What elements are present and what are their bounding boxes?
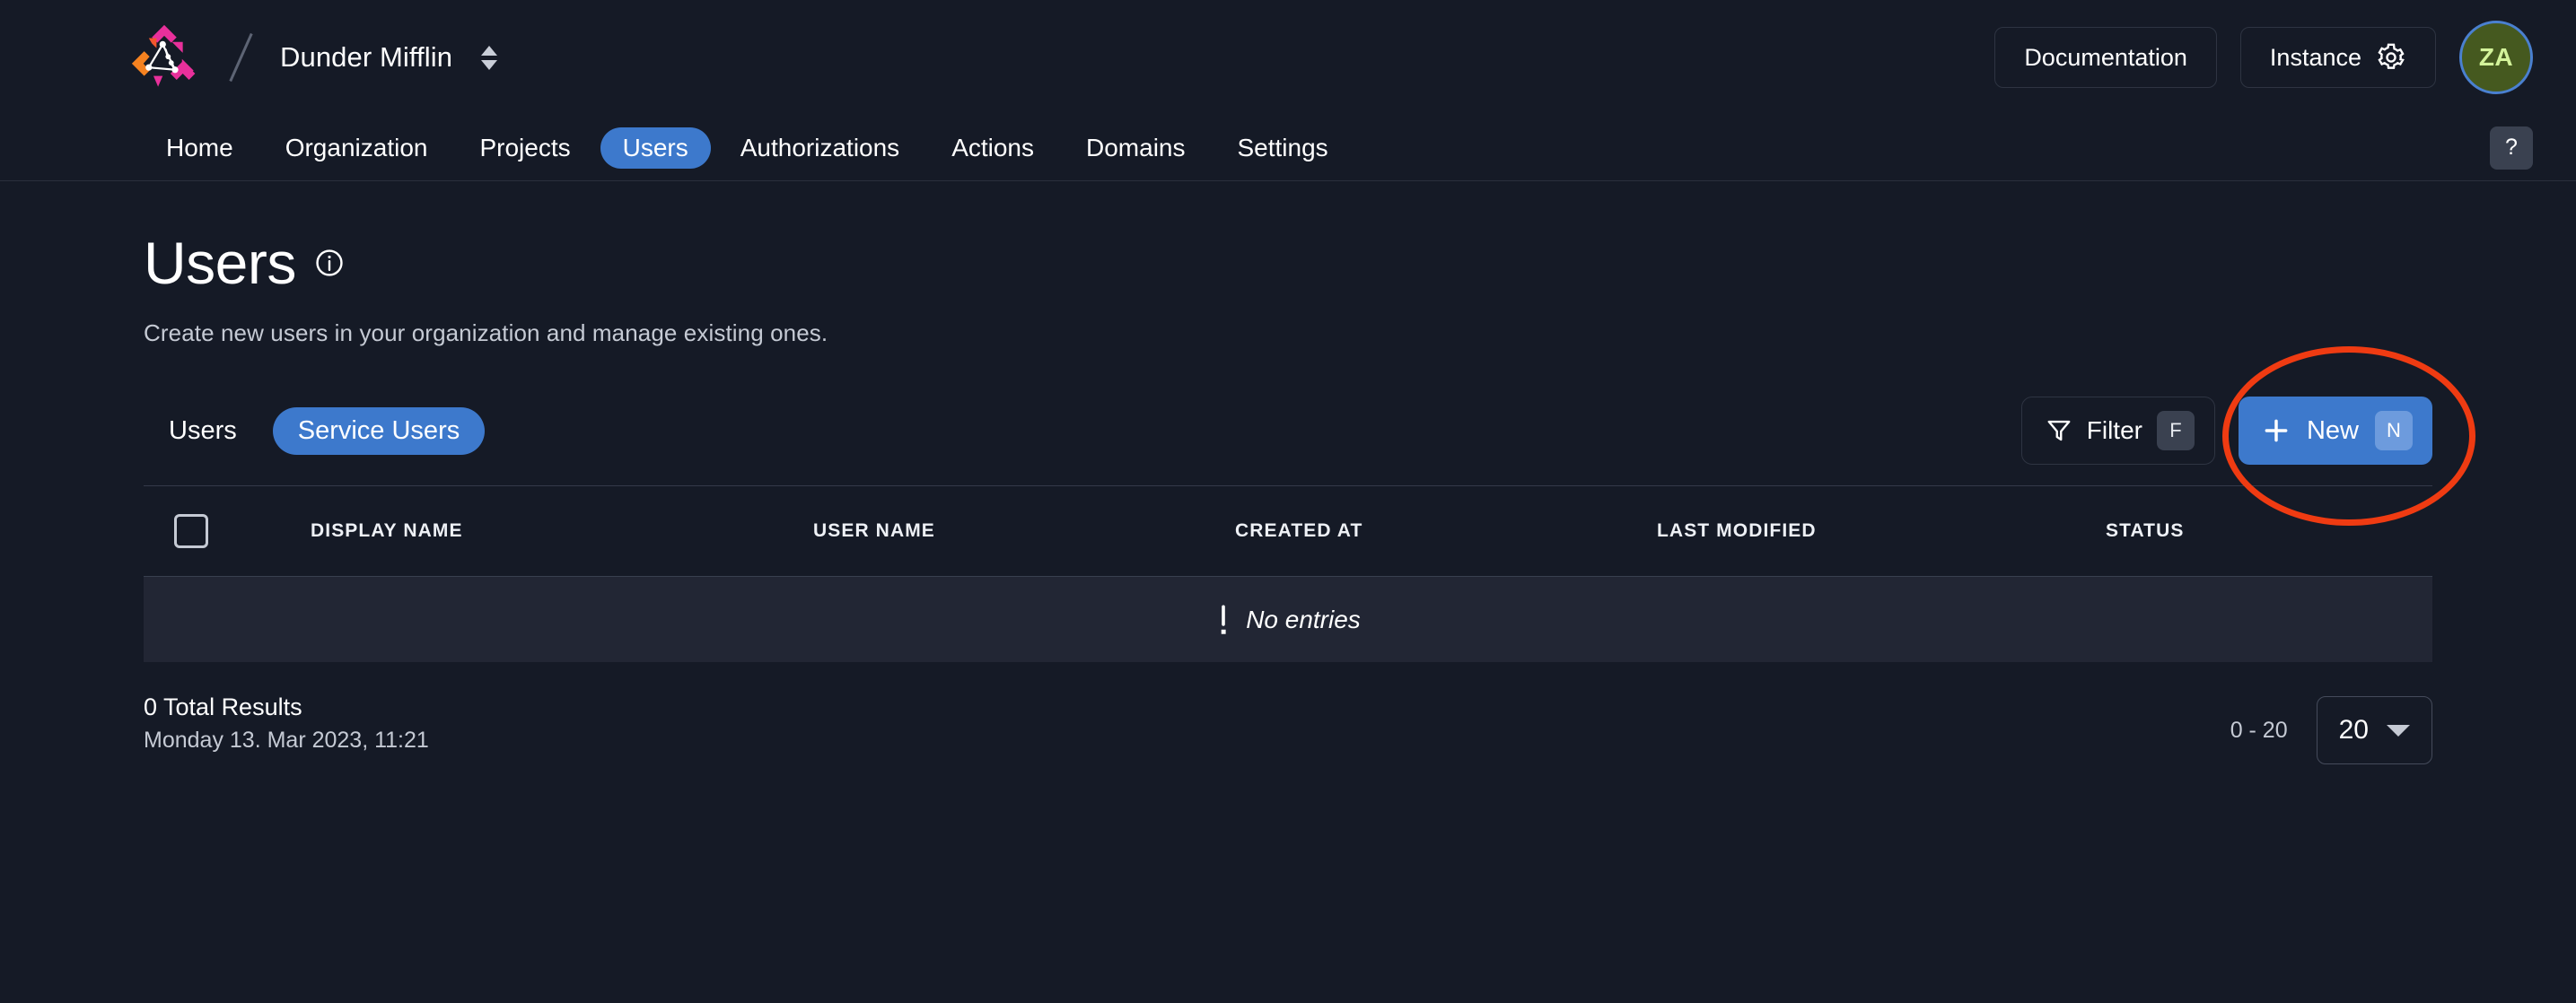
page-title-row: Users — [144, 233, 2432, 292]
toolbar-actions: Filter F New N — [2021, 397, 2432, 465]
plus-icon — [2262, 416, 2291, 445]
select-all-cell — [174, 514, 311, 548]
page-subtitle: Create new users in your organization an… — [144, 319, 2432, 347]
table-header-row: DISPLAY NAME USER NAME CREATED AT LAST M… — [144, 486, 2432, 576]
nav-item-home[interactable]: Home — [144, 127, 256, 169]
user-type-tabs: Users Service Users — [144, 407, 485, 455]
pagination-range: 0 - 20 — [2230, 718, 2288, 744]
pagination-controls: 0 - 20 20 — [2230, 693, 2432, 764]
table-toolbar: Users Service Users Filter F Ne — [144, 396, 2432, 466]
tab-users[interactable]: Users — [144, 407, 262, 455]
page-content: Users Create new users in your organizat… — [0, 181, 2576, 773]
table-empty-state-row: No entries — [144, 576, 2432, 662]
exclamation-icon — [1215, 604, 1231, 636]
select-all-checkbox[interactable] — [174, 514, 208, 548]
gear-icon — [2376, 42, 2406, 73]
nav-item-organization[interactable]: Organization — [263, 127, 451, 169]
nav-item-authorizations[interactable]: Authorizations — [718, 127, 922, 169]
chevron-down-icon — [481, 60, 497, 70]
nav-items: Home Organization Projects Users Authori… — [144, 127, 1351, 169]
header-actions: Documentation Instance ZA — [1994, 21, 2533, 94]
users-table: DISPLAY NAME USER NAME CREATED AT LAST M… — [144, 485, 2432, 773]
filter-label: Filter — [2087, 416, 2142, 445]
chevron-up-icon — [481, 46, 497, 56]
nav-item-settings[interactable]: Settings — [1215, 127, 1351, 169]
new-label: New — [2307, 416, 2359, 446]
table-footer: 0 Total Results Monday 13. Mar 2023, 11:… — [144, 693, 2432, 773]
breadcrumb-separator — [219, 30, 260, 85]
column-header-status[interactable]: STATUS — [2106, 520, 2432, 542]
zitadel-logo-icon[interactable] — [126, 19, 203, 96]
last-refreshed-timestamp: Monday 13. Mar 2023, 11:21 — [144, 727, 429, 754]
page-size-value: 20 — [2339, 715, 2369, 746]
organization-switcher-icon[interactable] — [476, 37, 503, 78]
instance-label: Instance — [2270, 44, 2361, 72]
total-results: 0 Total Results — [144, 693, 429, 723]
avatar[interactable]: ZA — [2459, 21, 2533, 94]
results-summary: 0 Total Results Monday 13. Mar 2023, 11:… — [144, 693, 429, 754]
nav-item-users[interactable]: Users — [600, 127, 711, 169]
nav-item-actions[interactable]: Actions — [929, 127, 1056, 169]
organization-name[interactable]: Dunder Mifflin — [280, 41, 452, 74]
column-header-display-name[interactable]: DISPLAY NAME — [311, 520, 813, 542]
main-navigation: Home Organization Projects Users Authori… — [0, 115, 2576, 181]
column-header-created-at[interactable]: CREATED AT — [1235, 520, 1657, 542]
instance-button[interactable]: Instance — [2240, 27, 2436, 88]
help-shortcut-badge[interactable]: ? — [2490, 126, 2533, 170]
empty-state-message: No entries — [1246, 606, 1361, 634]
column-header-user-name[interactable]: USER NAME — [813, 520, 1235, 542]
nav-item-projects[interactable]: Projects — [457, 127, 592, 169]
filter-button[interactable]: Filter F — [2021, 397, 2215, 465]
nav-item-domains[interactable]: Domains — [1064, 127, 1207, 169]
page-title: Users — [144, 233, 296, 292]
funnel-icon — [2046, 417, 2072, 444]
caret-down-icon — [2387, 725, 2410, 737]
page-size-select[interactable]: 20 — [2317, 696, 2432, 764]
column-header-last-modified[interactable]: LAST MODIFIED — [1657, 520, 2106, 542]
filter-shortcut-badge: F — [2157, 411, 2195, 450]
new-button[interactable]: New N — [2239, 397, 2432, 465]
new-shortcut-badge: N — [2375, 411, 2413, 450]
documentation-button[interactable]: Documentation — [1994, 27, 2217, 88]
documentation-label: Documentation — [2024, 44, 2187, 72]
info-circle-icon[interactable] — [314, 248, 345, 278]
tab-service-users[interactable]: Service Users — [273, 407, 486, 455]
top-header-bar: Dunder Mifflin Documentation Instance ZA — [0, 0, 2576, 115]
